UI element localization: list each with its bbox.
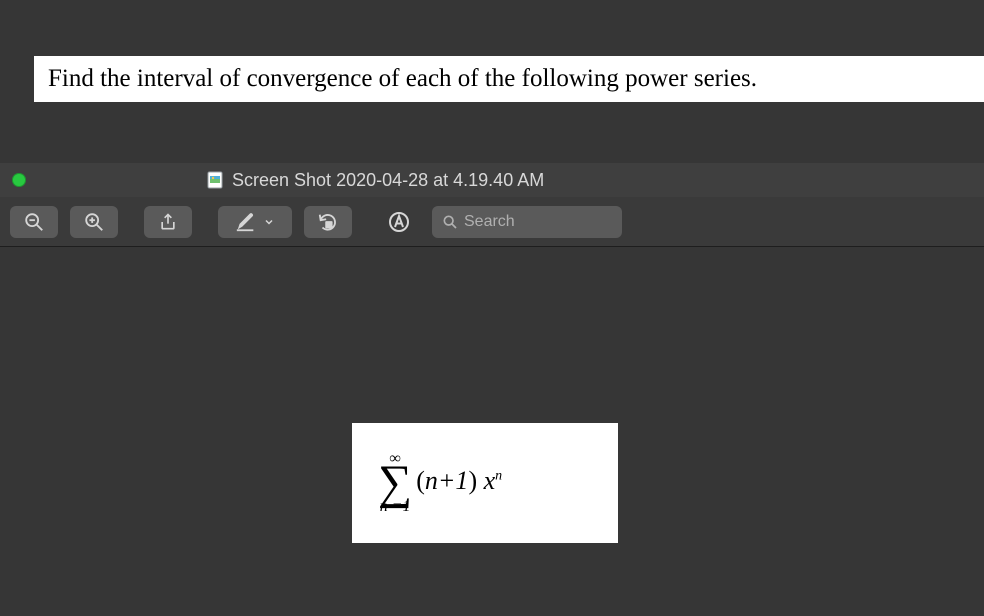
open-paren: ( [416, 466, 425, 495]
term-variable: x [484, 466, 496, 495]
series-term: (n+1) xn [416, 466, 502, 496]
search-icon [442, 214, 458, 230]
zoom-in-icon [83, 211, 105, 233]
rotate-icon [317, 211, 339, 233]
zoom-out-icon [23, 211, 45, 233]
toolbar [0, 197, 984, 247]
markup-dropdown-button[interactable] [218, 206, 292, 238]
preview-window: Screen Shot 2020-04-28 at 4.19.40 AM [0, 163, 984, 616]
traffic-light-green[interactable] [12, 173, 26, 187]
sigma-lower: n =1 [380, 499, 411, 515]
zoom-out-button[interactable] [10, 206, 58, 238]
sigma-block: ∞ ∑ n =1 [378, 451, 412, 516]
title-group: Screen Shot 2020-04-28 at 4.19.40 AM [206, 170, 544, 191]
close-paren: ) [468, 466, 477, 495]
formula-image: ∞ ∑ n =1 (n+1) xn [352, 423, 618, 543]
term-body: n+1 [425, 466, 469, 495]
markup-icon [235, 211, 257, 233]
share-button[interactable] [144, 206, 192, 238]
highlight-tool-button[interactable] [378, 206, 420, 238]
search-input[interactable] [464, 213, 612, 231]
question-text: Find the interval of convergence of each… [48, 63, 757, 96]
file-icon [206, 171, 224, 189]
share-icon [158, 212, 178, 232]
term-exponent: n [495, 468, 502, 483]
sigma-symbol: ∑ [378, 463, 412, 504]
rotate-button[interactable] [304, 206, 352, 238]
window-titlebar: Screen Shot 2020-04-28 at 4.19.40 AM [0, 163, 984, 197]
zoom-in-button[interactable] [70, 206, 118, 238]
content-area: ∞ ∑ n =1 (n+1) xn [0, 247, 984, 616]
highlight-tool-icon [387, 210, 411, 234]
question-banner: Find the interval of convergence of each… [34, 56, 984, 102]
chevron-down-icon [263, 216, 275, 228]
search-field-wrap[interactable] [432, 206, 622, 238]
window-title: Screen Shot 2020-04-28 at 4.19.40 AM [232, 170, 544, 191]
